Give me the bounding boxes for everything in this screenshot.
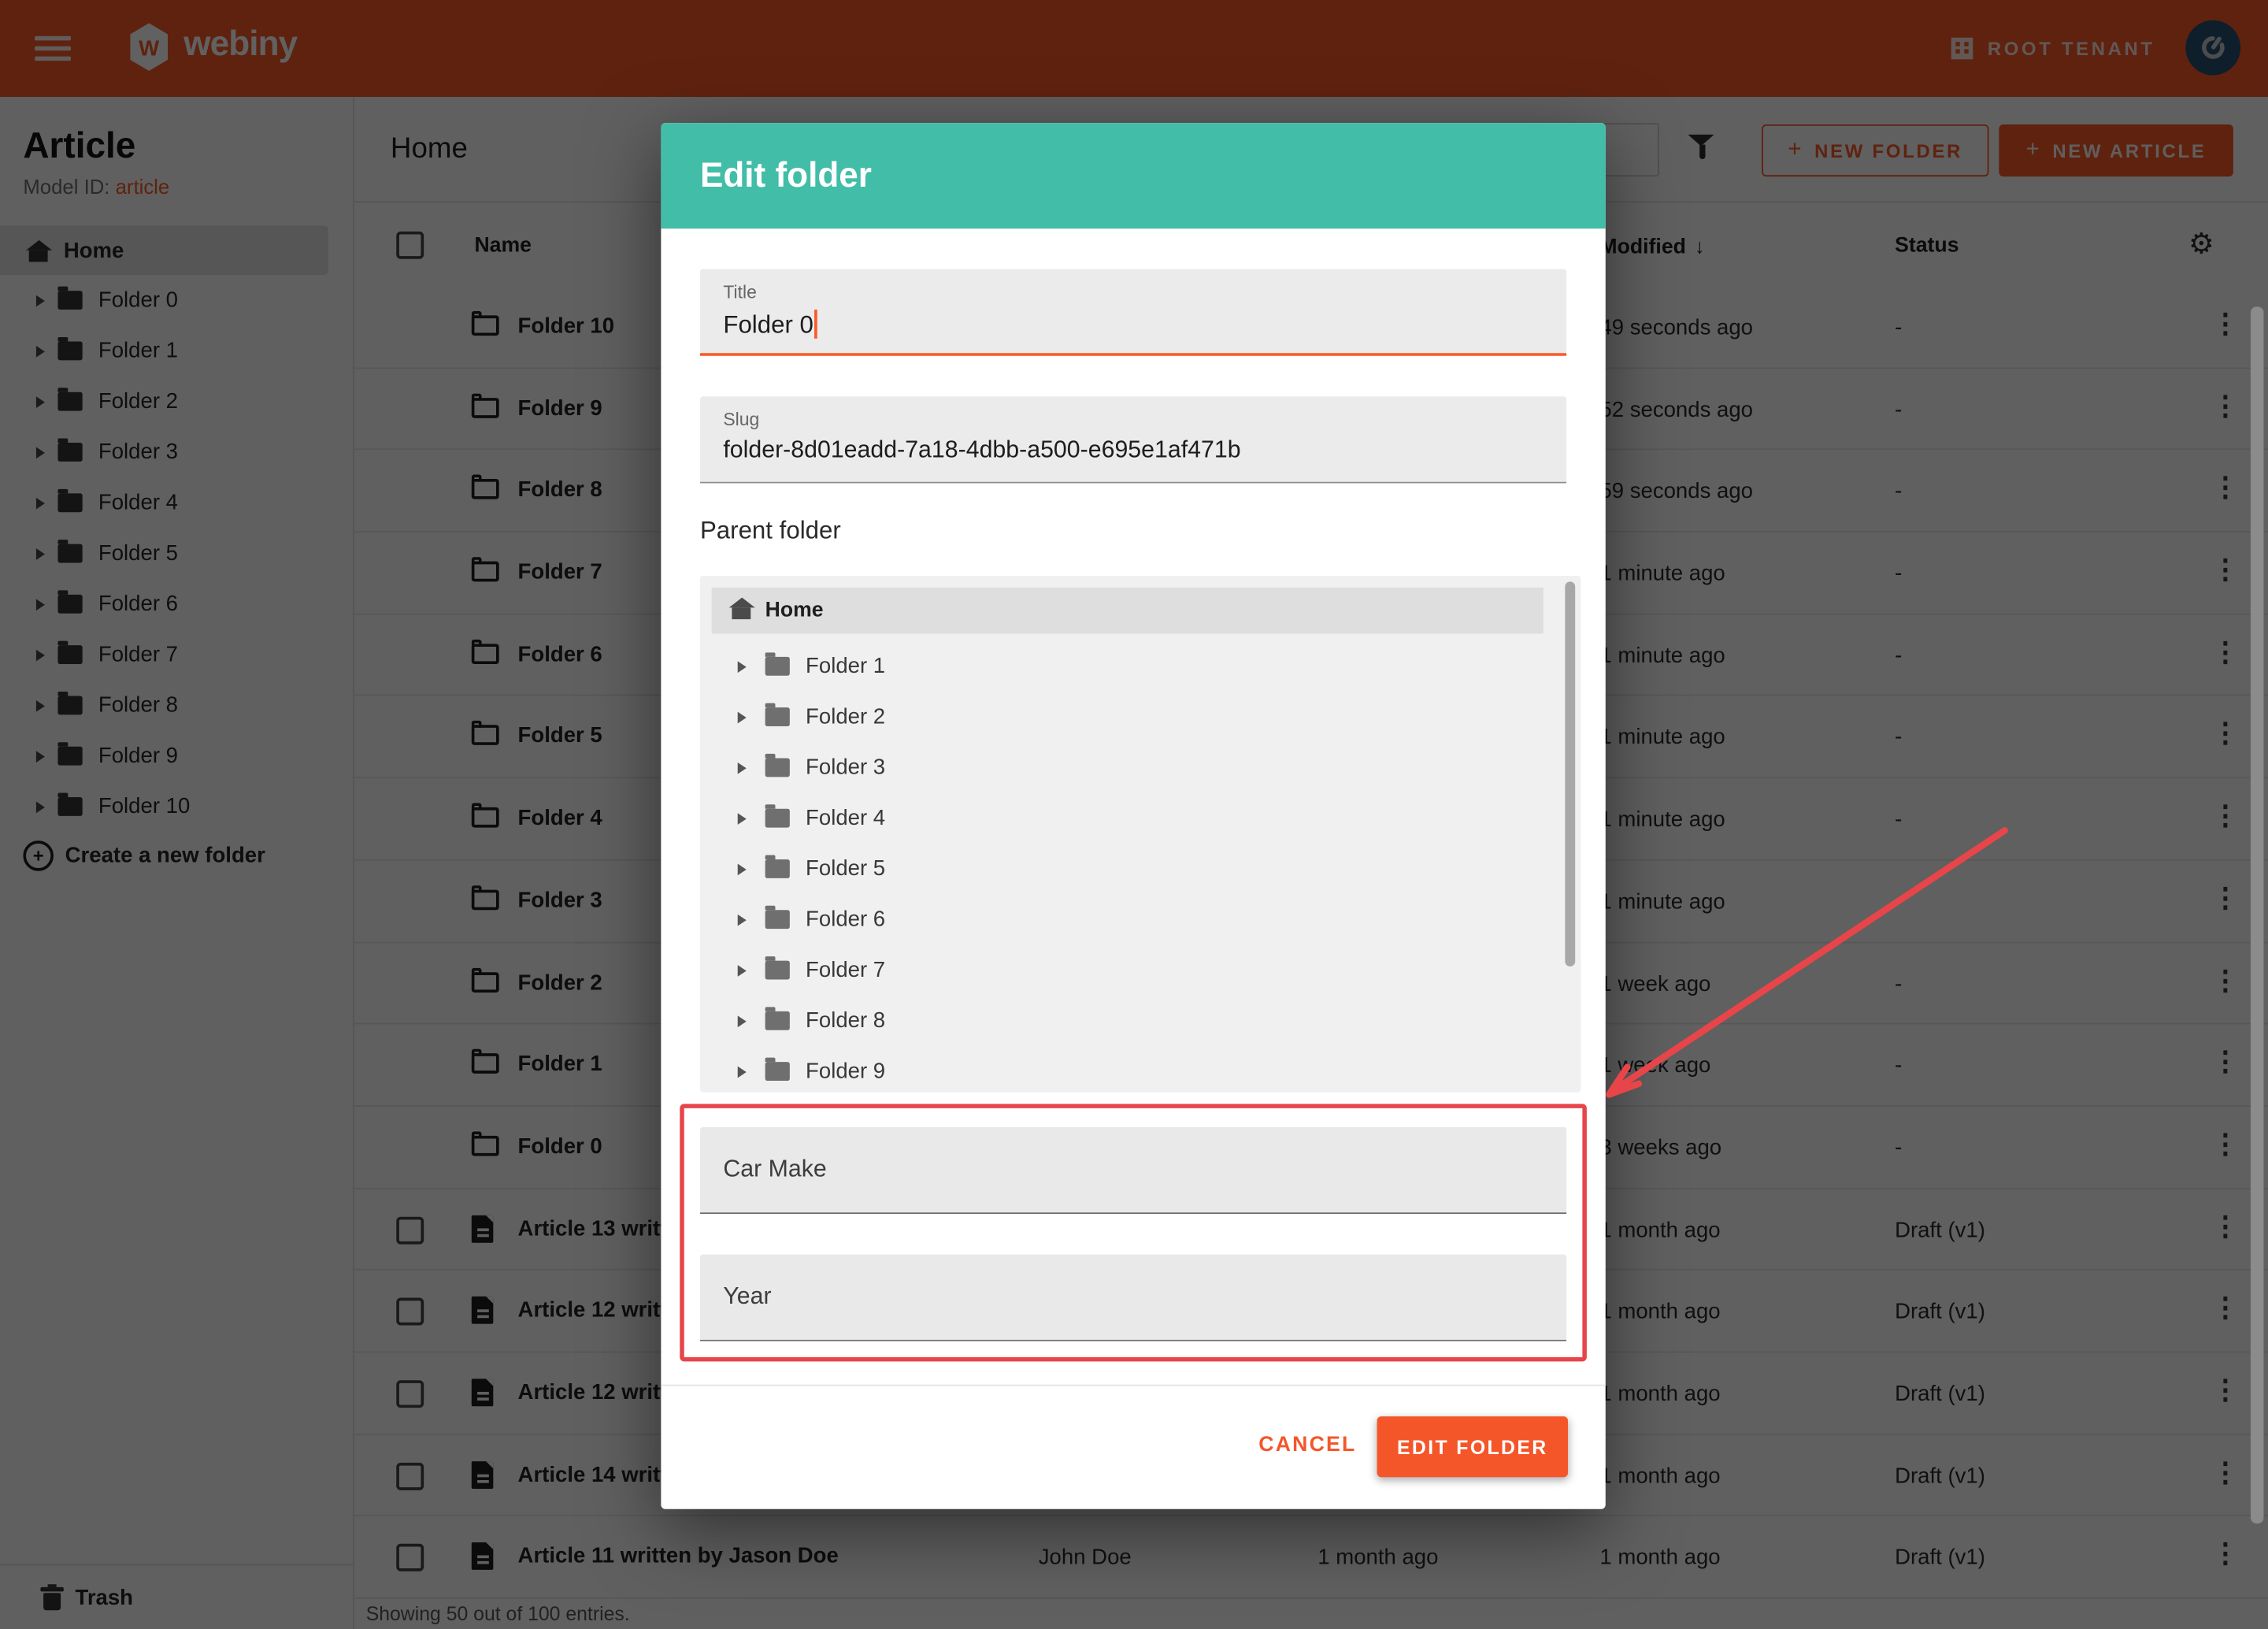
text-cursor [815,310,817,339]
slug-field-value: folder-8d01eadd-7a18-4dbb-a500-e695e1af4… [723,437,1240,465]
folder-icon [765,657,790,676]
chevron-right-icon[interactable] [738,762,747,774]
folder-icon [765,707,790,726]
footer-divider [661,1385,1605,1386]
tree-scrollbar-thumb[interactable] [1565,581,1575,967]
tree-item-folder-1[interactable]: Folder 1 [712,641,1544,692]
folder-icon [765,809,790,828]
tree-item-folder-9[interactable]: Folder 9 [712,1046,1544,1093]
dialog-header: Edit folder [661,123,1605,228]
year-label: Year [723,1283,771,1311]
chevron-right-icon[interactable] [738,863,747,875]
edit-folder-button[interactable]: EDIT FOLDER [1377,1416,1568,1477]
chevron-right-icon[interactable] [738,1015,747,1026]
chevron-right-icon[interactable] [738,660,747,672]
folder-icon [765,961,790,980]
year-field[interactable]: Year [700,1254,1566,1341]
tree-item-folder-6[interactable]: Folder 6 [712,894,1544,944]
dialog-title: Edit folder [700,155,872,195]
tree-item-folder-4[interactable]: Folder 4 [712,793,1544,844]
webiny-admin-screen: W webiny ROOT TENANT Article Model ID: a… [0,0,2268,1629]
chevron-right-icon[interactable] [738,812,747,824]
tree-item-home[interactable]: Home [712,588,1544,634]
parent-folder-tree: Home Folder 1 Folder 2 Folder 3 Folder 4… [700,576,1581,1093]
page-scrollbar[interactable] [2251,306,2264,1523]
slug-field[interactable]: Slug folder-8d01eadd-7a18-4dbb-a500-e695… [700,396,1566,483]
tree-item-folder-2[interactable]: Folder 2 [712,692,1544,742]
home-icon [732,607,750,619]
tree-item-folder-8[interactable]: Folder 8 [712,996,1544,1046]
folder-icon [765,910,790,929]
folder-icon [765,1011,790,1030]
tree-item-folder-5[interactable]: Folder 5 [712,844,1544,894]
slug-field-label: Slug [723,410,759,430]
tree-item-folder-3[interactable]: Folder 3 [712,742,1544,792]
title-field[interactable]: Title Folder 0 [700,269,1566,356]
tree-home-label: Home [765,599,824,622]
folder-icon [765,758,790,777]
parent-folder-label: Parent folder [700,517,841,546]
folder-icon [765,1062,790,1081]
car-make-label: Car Make [723,1156,826,1184]
chevron-right-icon[interactable] [738,914,747,926]
title-field-value: Folder 0 [723,310,817,340]
chevron-right-icon[interactable] [738,964,747,976]
cancel-button[interactable]: CANCEL [1236,1416,1380,1474]
chevron-right-icon[interactable] [738,711,747,723]
car-make-field[interactable]: Car Make [700,1127,1566,1214]
screenshot-stage: W webiny ROOT TENANT Article Model ID: a… [0,0,2268,1629]
tree-item-folder-7[interactable]: Folder 7 [712,944,1544,995]
folder-icon [765,859,790,878]
title-field-label: Title [723,282,757,302]
edit-folder-dialog: Edit folder Title Folder 0 Slug folder-8… [661,123,1605,1509]
chevron-right-icon[interactable] [738,1066,747,1078]
